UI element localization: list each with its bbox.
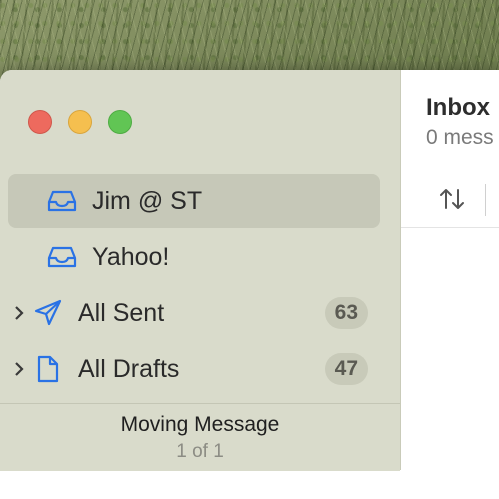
- activity-title: Moving Message: [120, 413, 280, 436]
- sidebar-item-all-drafts[interactable]: All Drafts 47: [8, 342, 380, 396]
- activity-status: Moving Message 1 of 1: [0, 403, 400, 471]
- minimize-button[interactable]: [68, 110, 92, 134]
- window-controls: [28, 110, 132, 134]
- sidebar-item-label: Jim @ ST: [92, 186, 203, 215]
- sidebar-item-label: Yahoo!: [92, 242, 170, 271]
- message-list-pane: Inbox 0 mess: [401, 70, 499, 470]
- sidebar-item-all-sent[interactable]: All Sent 63: [8, 286, 380, 340]
- sidebar-item-yahoo[interactable]: Yahoo!: [8, 230, 380, 284]
- sort-arrows-icon[interactable]: [439, 187, 465, 216]
- count-badge: 63: [324, 297, 368, 329]
- zoom-button[interactable]: [108, 110, 132, 134]
- sidebar-item-label: All Drafts: [78, 354, 180, 383]
- toolbar-divider: [485, 184, 486, 216]
- paper-plane-icon: [30, 298, 66, 328]
- count-badge: 47: [324, 353, 368, 385]
- inbox-tray-icon: [44, 186, 80, 216]
- chevron-right-icon[interactable]: [8, 355, 30, 384]
- mailbox-title: Inbox: [426, 94, 490, 121]
- mail-window: Jim @ ST Yahoo! All Sent 63 All Drafts 4…: [0, 70, 499, 499]
- inbox-tray-icon: [44, 242, 80, 272]
- chevron-right-icon[interactable]: [8, 299, 30, 328]
- toolbar-divider: [401, 227, 499, 228]
- close-button[interactable]: [28, 110, 52, 134]
- message-count: 0 mess: [426, 126, 494, 149]
- sidebar: Jim @ ST Yahoo! All Sent 63 All Drafts 4…: [0, 70, 401, 471]
- document-icon: [30, 354, 66, 384]
- sidebar-item-label: All Sent: [78, 298, 165, 327]
- activity-progress: 1 of 1: [176, 441, 224, 462]
- sidebar-item-jim-st[interactable]: Jim @ ST: [8, 174, 380, 228]
